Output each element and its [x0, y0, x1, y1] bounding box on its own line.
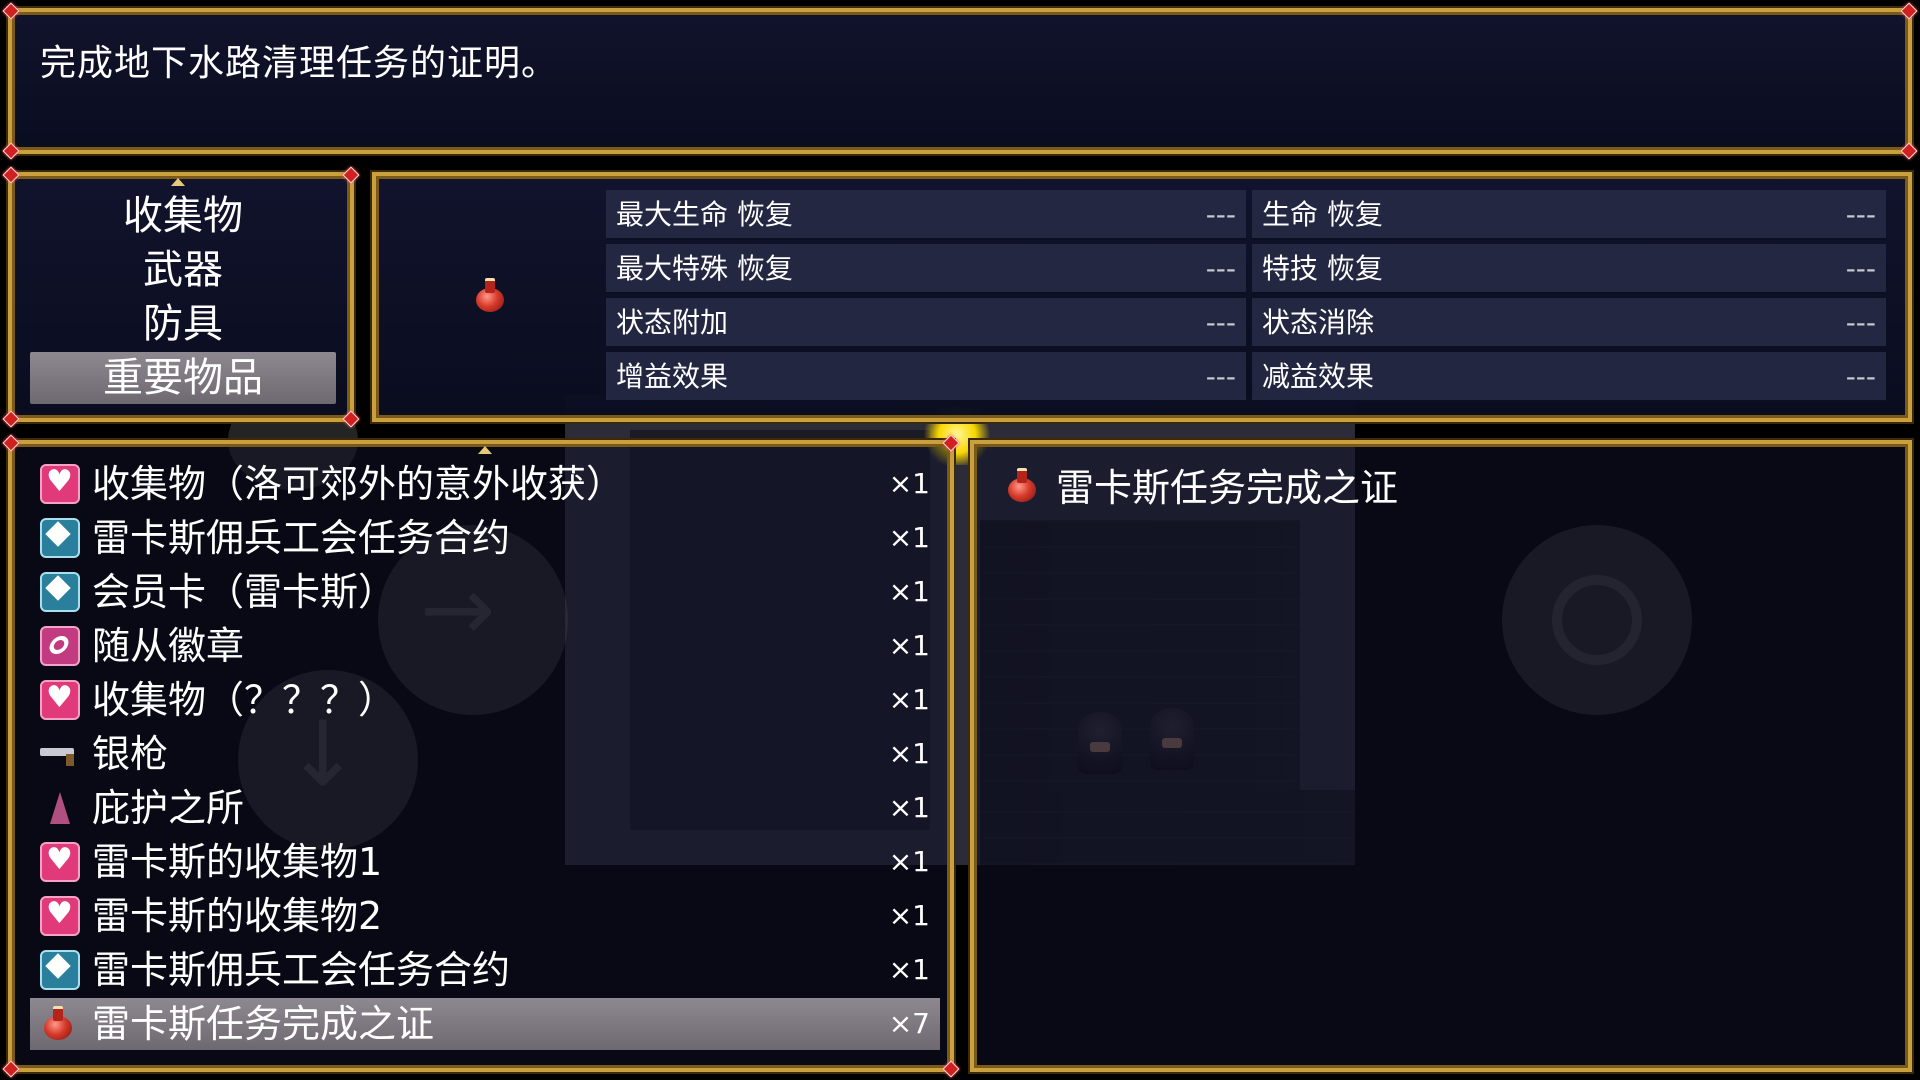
list-item[interactable]: 雷卡斯佣兵工会任务合约 ×1: [30, 944, 940, 996]
potion-icon: [1004, 466, 1040, 502]
item-name: 雷卡斯佣兵工会任务合约: [92, 948, 511, 992]
stat-cell: 最大特殊 恢复 ---: [606, 244, 1246, 294]
stat-row: 增益效果 --- 减益效果 ---: [606, 352, 1886, 402]
item-quantity: ×1: [888, 575, 930, 608]
stat-value: ---: [1845, 360, 1876, 393]
stat-label: 最大特殊 恢复: [616, 252, 793, 285]
stat-label: 特技 恢复: [1262, 252, 1383, 285]
stat-value: ---: [1845, 198, 1876, 231]
stat-label: 状态附加: [616, 306, 729, 339]
list-item[interactable]: 庇护之所 ×1: [30, 782, 940, 834]
stat-value: ---: [1205, 252, 1236, 285]
item-quantity: ×1: [888, 899, 930, 932]
stat-cell: 增益效果 ---: [606, 352, 1246, 402]
item-quantity: ×1: [888, 953, 930, 986]
stat-value: ---: [1845, 252, 1876, 285]
stat-row: 状态附加 --- 状态消除 ---: [606, 298, 1886, 348]
item-name: 雷卡斯任务完成之证: [92, 1002, 435, 1046]
item-name: 雷卡斯的收集物1: [92, 840, 383, 884]
item-name: 雷卡斯的收集物2: [92, 894, 383, 938]
list-item[interactable]: ♥ 雷卡斯的收集物2 ×1: [30, 890, 940, 942]
scroll-up-indicator-icon[interactable]: [478, 446, 492, 454]
item-list-window: ♥ 收集物（洛可郊外的意外收获） ×1 雷卡斯佣兵工会任务合约 ×1 会员卡（雷…: [2, 434, 960, 1078]
list-item-selected[interactable]: 雷卡斯任务完成之证 ×7: [30, 998, 940, 1050]
item-quantity: ×1: [888, 737, 930, 770]
item-name: 银枪: [92, 732, 169, 776]
detail-item-name: 雷卡斯任务完成之证: [1056, 466, 1399, 510]
stat-label: 减益效果: [1262, 360, 1375, 393]
badge-icon: [40, 626, 80, 666]
item-name: 收集物（？？？）: [92, 678, 397, 722]
stat-label: 最大生命 恢复: [616, 198, 793, 231]
potion-icon: [472, 276, 508, 312]
item-detail-window: 雷卡斯任务完成之证: [970, 440, 1912, 1072]
category-window: 收集物 武器 防具 重要物品: [2, 166, 360, 428]
item-name: 随从徽章: [92, 624, 245, 668]
stat-value: ---: [1205, 306, 1236, 339]
help-window: 完成地下水路清理任务的证明。: [2, 2, 1918, 160]
item-quantity: ×1: [888, 791, 930, 824]
item-quantity: ×7: [888, 1007, 930, 1040]
list-item[interactable]: ♥ 雷卡斯的收集物1 ×1: [30, 836, 940, 888]
item-quantity: ×1: [888, 683, 930, 716]
stat-row: 最大生命 恢复 --- 生命 恢复 ---: [606, 190, 1886, 240]
stat-value: ---: [1205, 360, 1236, 393]
stat-cell: 最大生命 恢复 ---: [606, 190, 1246, 240]
list-item[interactable]: 雷卡斯佣兵工会任务合约 ×1: [30, 512, 940, 564]
category-collectibles[interactable]: 收集物: [30, 190, 336, 242]
item-quantity: ×1: [888, 521, 930, 554]
list-item[interactable]: 银枪 ×1: [30, 728, 940, 780]
stat-row: 最大特殊 恢复 --- 特技 恢复 ---: [606, 244, 1886, 294]
list-item[interactable]: 随从徽章 ×1: [30, 620, 940, 672]
stat-value: ---: [1205, 198, 1236, 231]
item-quantity: ×1: [888, 845, 930, 878]
stat-cell: 状态消除 ---: [1252, 298, 1886, 348]
stat-cell: 生命 恢复 ---: [1252, 190, 1886, 240]
cloak-icon: [40, 788, 80, 828]
list-item[interactable]: ♥ 收集物（洛可郊外的意外收获） ×1: [30, 458, 940, 510]
stat-cell: 特技 恢复 ---: [1252, 244, 1886, 294]
category-weapons[interactable]: 武器: [30, 244, 336, 296]
category-key-items[interactable]: 重要物品: [30, 352, 336, 404]
gun-icon: [40, 734, 80, 774]
item-name: 庇护之所: [92, 786, 245, 830]
heart-icon: ♥: [40, 842, 80, 882]
card-icon: [40, 518, 80, 558]
stat-label: 生命 恢复: [1262, 198, 1383, 231]
item-name: 会员卡（雷卡斯）: [92, 570, 397, 614]
stat-label: 状态消除: [1262, 306, 1375, 339]
heart-icon: ♥: [40, 464, 80, 504]
heart-icon: ♥: [40, 896, 80, 936]
heart-icon: ♥: [40, 680, 80, 720]
item-quantity: ×1: [888, 629, 930, 662]
stat-value: ---: [1845, 306, 1876, 339]
item-quantity: ×1: [888, 467, 930, 500]
item-name: 收集物（洛可郊外的意外收获）: [92, 462, 625, 506]
card-icon: [40, 950, 80, 990]
potion-icon: [40, 1004, 76, 1040]
stat-label: 增益效果: [616, 360, 729, 393]
card-icon: [40, 572, 80, 612]
stat-cell: 减益效果 ---: [1252, 352, 1886, 402]
list-item[interactable]: ♥ 收集物（？？？） ×1: [30, 674, 940, 726]
item-effect-window: 最大生命 恢复 --- 生命 恢复 --- 最大特殊 恢复 --- 特技 恢复 …: [372, 172, 1912, 422]
category-armor[interactable]: 防具: [30, 298, 336, 350]
help-description: 完成地下水路清理任务的证明。: [40, 43, 559, 84]
scroll-up-indicator-icon[interactable]: [171, 178, 185, 186]
stat-cell: 状态附加 ---: [606, 298, 1246, 348]
list-item[interactable]: 会员卡（雷卡斯） ×1: [30, 566, 940, 618]
item-name: 雷卡斯佣兵工会任务合约: [92, 516, 511, 560]
